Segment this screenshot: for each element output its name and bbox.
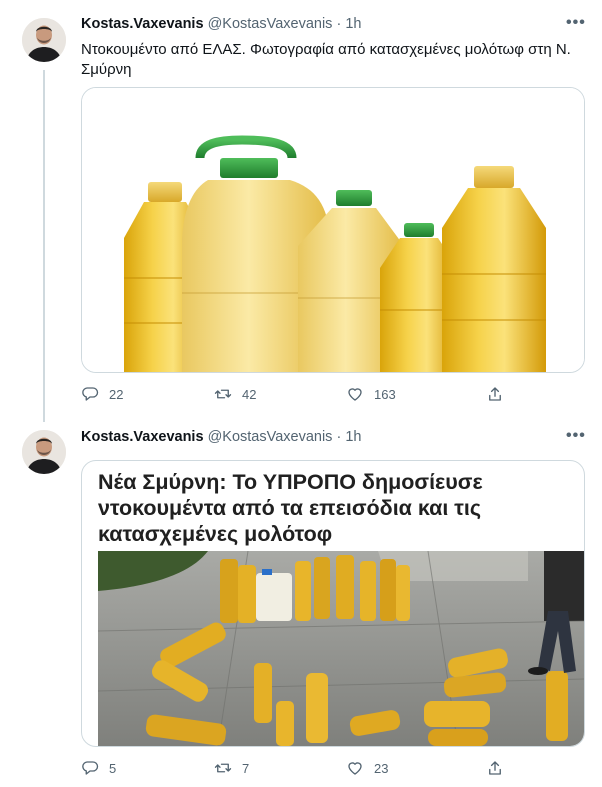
- separator-dot: ·: [336, 429, 342, 445]
- tweet-time[interactable]: 1h: [345, 16, 361, 32]
- reply-icon: [82, 387, 99, 401]
- tweet-time[interactable]: 1h: [345, 429, 361, 445]
- molotov-bottles-photo: [98, 551, 584, 746]
- reply-icon: [82, 761, 99, 775]
- author-avatar[interactable]: [22, 18, 66, 62]
- share-button[interactable]: [486, 759, 514, 777]
- share-button[interactable]: [486, 385, 514, 403]
- article-headline: Νέα Σμύρνη: Το ΥΠΡΟΠΟ δημοσίευσε ντοκουμ…: [98, 470, 483, 546]
- share-icon: [489, 761, 501, 775]
- author-name[interactable]: Kostas.Vaxevanis: [81, 16, 204, 32]
- reply-button[interactable]: 22: [81, 385, 123, 403]
- more-icon[interactable]: •••: [566, 427, 586, 445]
- tweet-image[interactable]: [81, 87, 585, 373]
- retweet-icon: [214, 763, 232, 773]
- retweet-count: 42: [242, 386, 257, 402]
- author-avatar[interactable]: [22, 430, 66, 474]
- author-name[interactable]: Kostas.Vaxevanis: [81, 429, 204, 445]
- more-icon[interactable]: •••: [566, 14, 586, 32]
- tweet-header: Kostas.Vaxevanis @KostasVaxevanis · 1h: [81, 16, 361, 32]
- reply-count: 5: [109, 760, 117, 776]
- share-icon: [489, 387, 501, 401]
- separator-dot: ·: [336, 16, 342, 32]
- like-icon: [348, 388, 362, 401]
- tweet-header: Kostas.Vaxevanis @KostasVaxevanis · 1h: [81, 429, 361, 445]
- retweet-icon: [214, 389, 232, 399]
- reply-button[interactable]: 5: [81, 759, 116, 777]
- like-button[interactable]: 23: [346, 759, 388, 777]
- oil-bottles-photo: [82, 88, 584, 372]
- reply-count: 22: [109, 386, 124, 402]
- author-handle[interactable]: @KostasVaxevanis: [208, 429, 333, 445]
- retweet-button[interactable]: 7: [214, 759, 249, 777]
- like-button[interactable]: 163: [346, 385, 396, 403]
- like-icon: [348, 762, 362, 775]
- article-image[interactable]: Νέα Σμύρνη: Το ΥΠΡΟΠΟ δημοσίευσε ντοκουμ…: [81, 460, 585, 747]
- tweet-text: Ντοκουμέντο από ΕΛΑΣ. Φωτογραφία από κατ…: [81, 41, 571, 78]
- author-handle[interactable]: @KostasVaxevanis: [208, 16, 333, 32]
- like-count: 23: [374, 760, 389, 776]
- like-count: 163: [374, 386, 396, 402]
- retweet-button[interactable]: 42: [214, 385, 256, 403]
- thread-connector: [43, 70, 45, 422]
- retweet-count: 7: [242, 760, 250, 776]
